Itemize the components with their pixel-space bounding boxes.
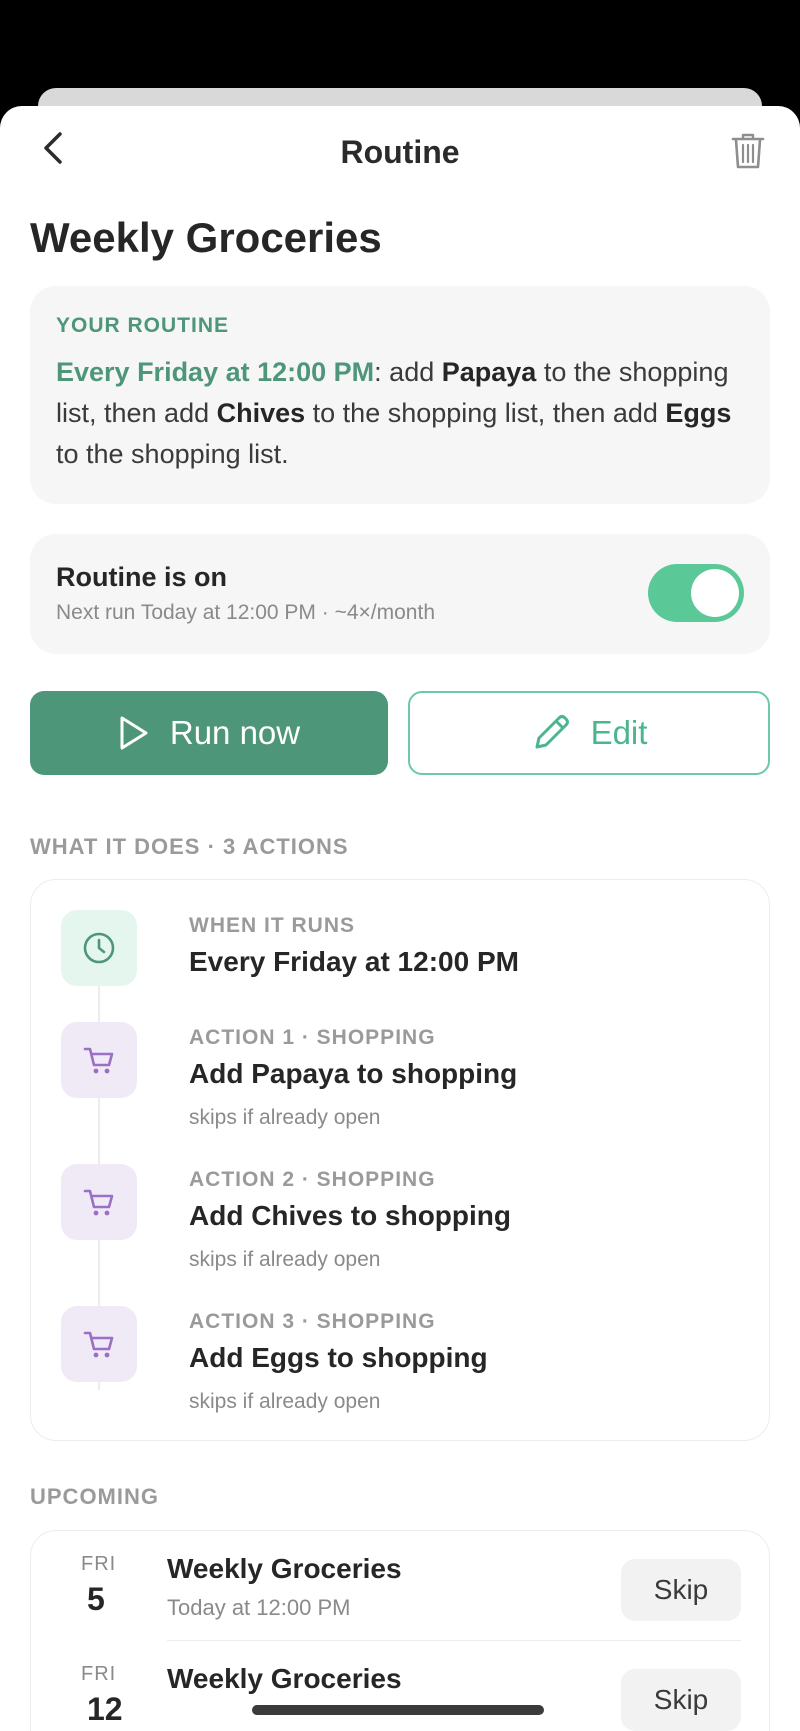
action-title: Add Papaya to shopping [189, 1058, 518, 1089]
run-now-label: Run now [169, 714, 301, 751]
page-title: Weekly Groceries [30, 214, 382, 261]
run-now-button[interactable]: Run now [30, 691, 388, 775]
summary-text: Every Friday at 12:00 PM: add Papaya to … [56, 352, 744, 475]
upcoming-dow: FRI [81, 1663, 117, 1685]
summary-item-chives: Chives [216, 398, 306, 428]
status-title: Routine is on [56, 562, 227, 592]
routine-status-card: Routine is on Next run Today at 12:00 PM… [30, 534, 770, 654]
upcoming-label: UPCOMING [30, 1484, 159, 1509]
action-icon-badge [61, 1022, 137, 1098]
what-it-does-label: WHAT IT DOES · 3 ACTIONS [30, 834, 349, 859]
upcoming-day: 12 [87, 1691, 123, 1727]
upcoming-title: Weekly Groceries [167, 1663, 402, 1694]
routine-summary-card: YOUR ROUTINE Every Friday at 12:00 PM: a… [30, 286, 770, 504]
action-label: ACTION 3 · SHOPPING [189, 1310, 436, 1333]
edit-button[interactable]: Edit [408, 691, 770, 775]
upcoming-card: FRI 5 Weekly Groceries Today at 12:00 PM… [30, 1530, 770, 1731]
next-run-text: Next run Today at 12:00 PM · ~4×/month [56, 601, 435, 624]
pencil-icon [535, 715, 569, 749]
summary-text-part: to the shopping list, then add [305, 398, 666, 428]
action-icon-badge [61, 1164, 137, 1240]
home-indicator [252, 1705, 544, 1715]
upcoming-row: FRI 5 Weekly Groceries Today at 12:00 PM… [31, 1531, 771, 1641]
summary-text-part: : add [374, 357, 442, 387]
action-label: ACTION 2 · SHOPPING [189, 1168, 436, 1191]
summary-schedule: Every Friday at 12:00 PM [56, 357, 375, 387]
action-title: Add Eggs to shopping [189, 1342, 488, 1373]
nav-bar: Routine [0, 106, 800, 198]
trigger-icon-badge [61, 910, 137, 986]
action-title: Add Chives to shopping [189, 1200, 511, 1231]
upcoming-when: Today at 12:00 PM [167, 1595, 351, 1620]
edit-label: Edit [590, 714, 648, 751]
summary-item-papaya: Papaya [441, 357, 537, 387]
actions-card: WHEN IT RUNS Every Friday at 12:00 PM AC… [30, 879, 770, 1441]
summary-item-eggs: Eggs [665, 398, 732, 428]
upcoming-row: FRI 12 Weekly Groceries Skip [31, 1641, 771, 1731]
routine-toggle[interactable] [648, 564, 744, 622]
routine-sheet: Routine Weekly Groceries YOUR ROUTINE Ev… [0, 106, 800, 1731]
action-label: ACTION 1 · SHOPPING [189, 1026, 436, 1049]
clock-icon [83, 932, 115, 964]
summary-text-part: to the shopping list. [56, 439, 289, 469]
skip-button[interactable]: Skip [621, 1669, 741, 1731]
cart-icon [83, 1189, 114, 1216]
action-icon-badge [61, 1306, 137, 1382]
skip-button[interactable]: Skip [621, 1559, 741, 1621]
action-note: skips if already open [189, 1248, 381, 1271]
trigger-label: WHEN IT RUNS [189, 914, 355, 937]
action-note: skips if already open [189, 1390, 381, 1413]
trash-icon[interactable] [730, 132, 766, 170]
upcoming-day: 5 [87, 1581, 105, 1617]
summary-eyebrow: YOUR ROUTINE [56, 314, 230, 337]
cart-icon [83, 1331, 114, 1358]
nav-title: Routine [340, 134, 460, 170]
trigger-title: Every Friday at 12:00 PM [189, 946, 519, 977]
action-note: skips if already open [189, 1106, 381, 1129]
play-icon [120, 716, 148, 750]
upcoming-dow: FRI [81, 1553, 117, 1575]
cart-icon [83, 1047, 114, 1074]
toggle-knob [691, 569, 739, 617]
upcoming-title: Weekly Groceries [167, 1553, 402, 1584]
